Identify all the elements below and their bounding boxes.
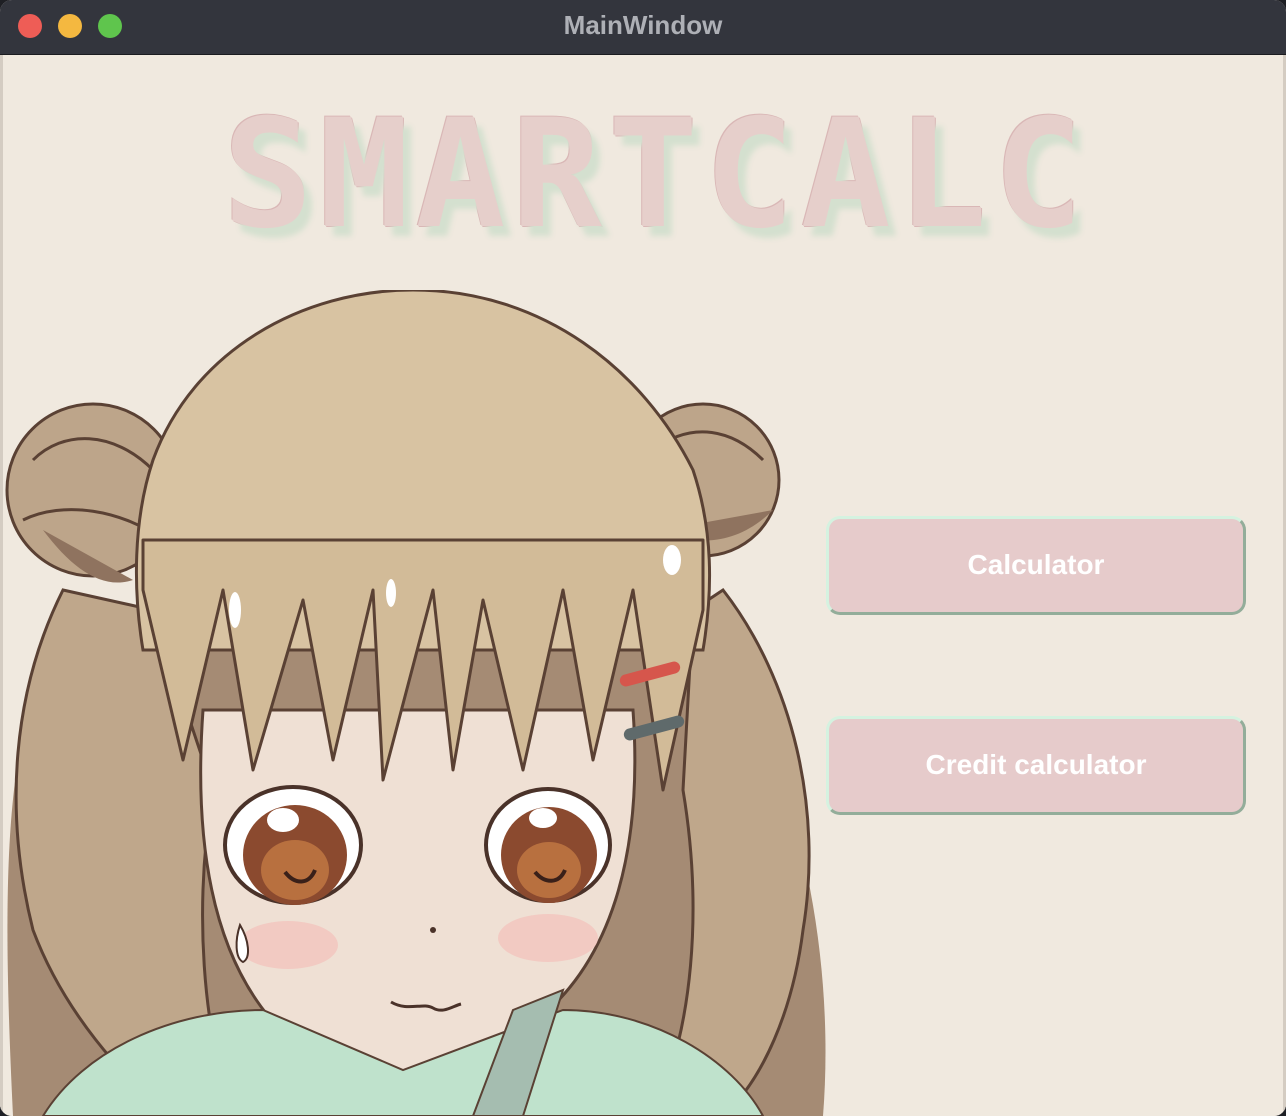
app-logo: SMARTCALC (222, 88, 1090, 262)
title-bar[interactable]: MainWindow (0, 0, 1286, 55)
window-title: MainWindow (563, 10, 723, 40)
credit-calculator-button[interactable]: Credit calculator (826, 716, 1246, 815)
anime-girl-illustration (5, 290, 826, 1116)
main-content: SMARTCALC Calculator Credit calculator (0, 55, 1286, 1116)
calculator-button[interactable]: Calculator (826, 516, 1246, 615)
main-window: MainWindow SMARTCALC Calculator Credit c… (0, 0, 1286, 1116)
